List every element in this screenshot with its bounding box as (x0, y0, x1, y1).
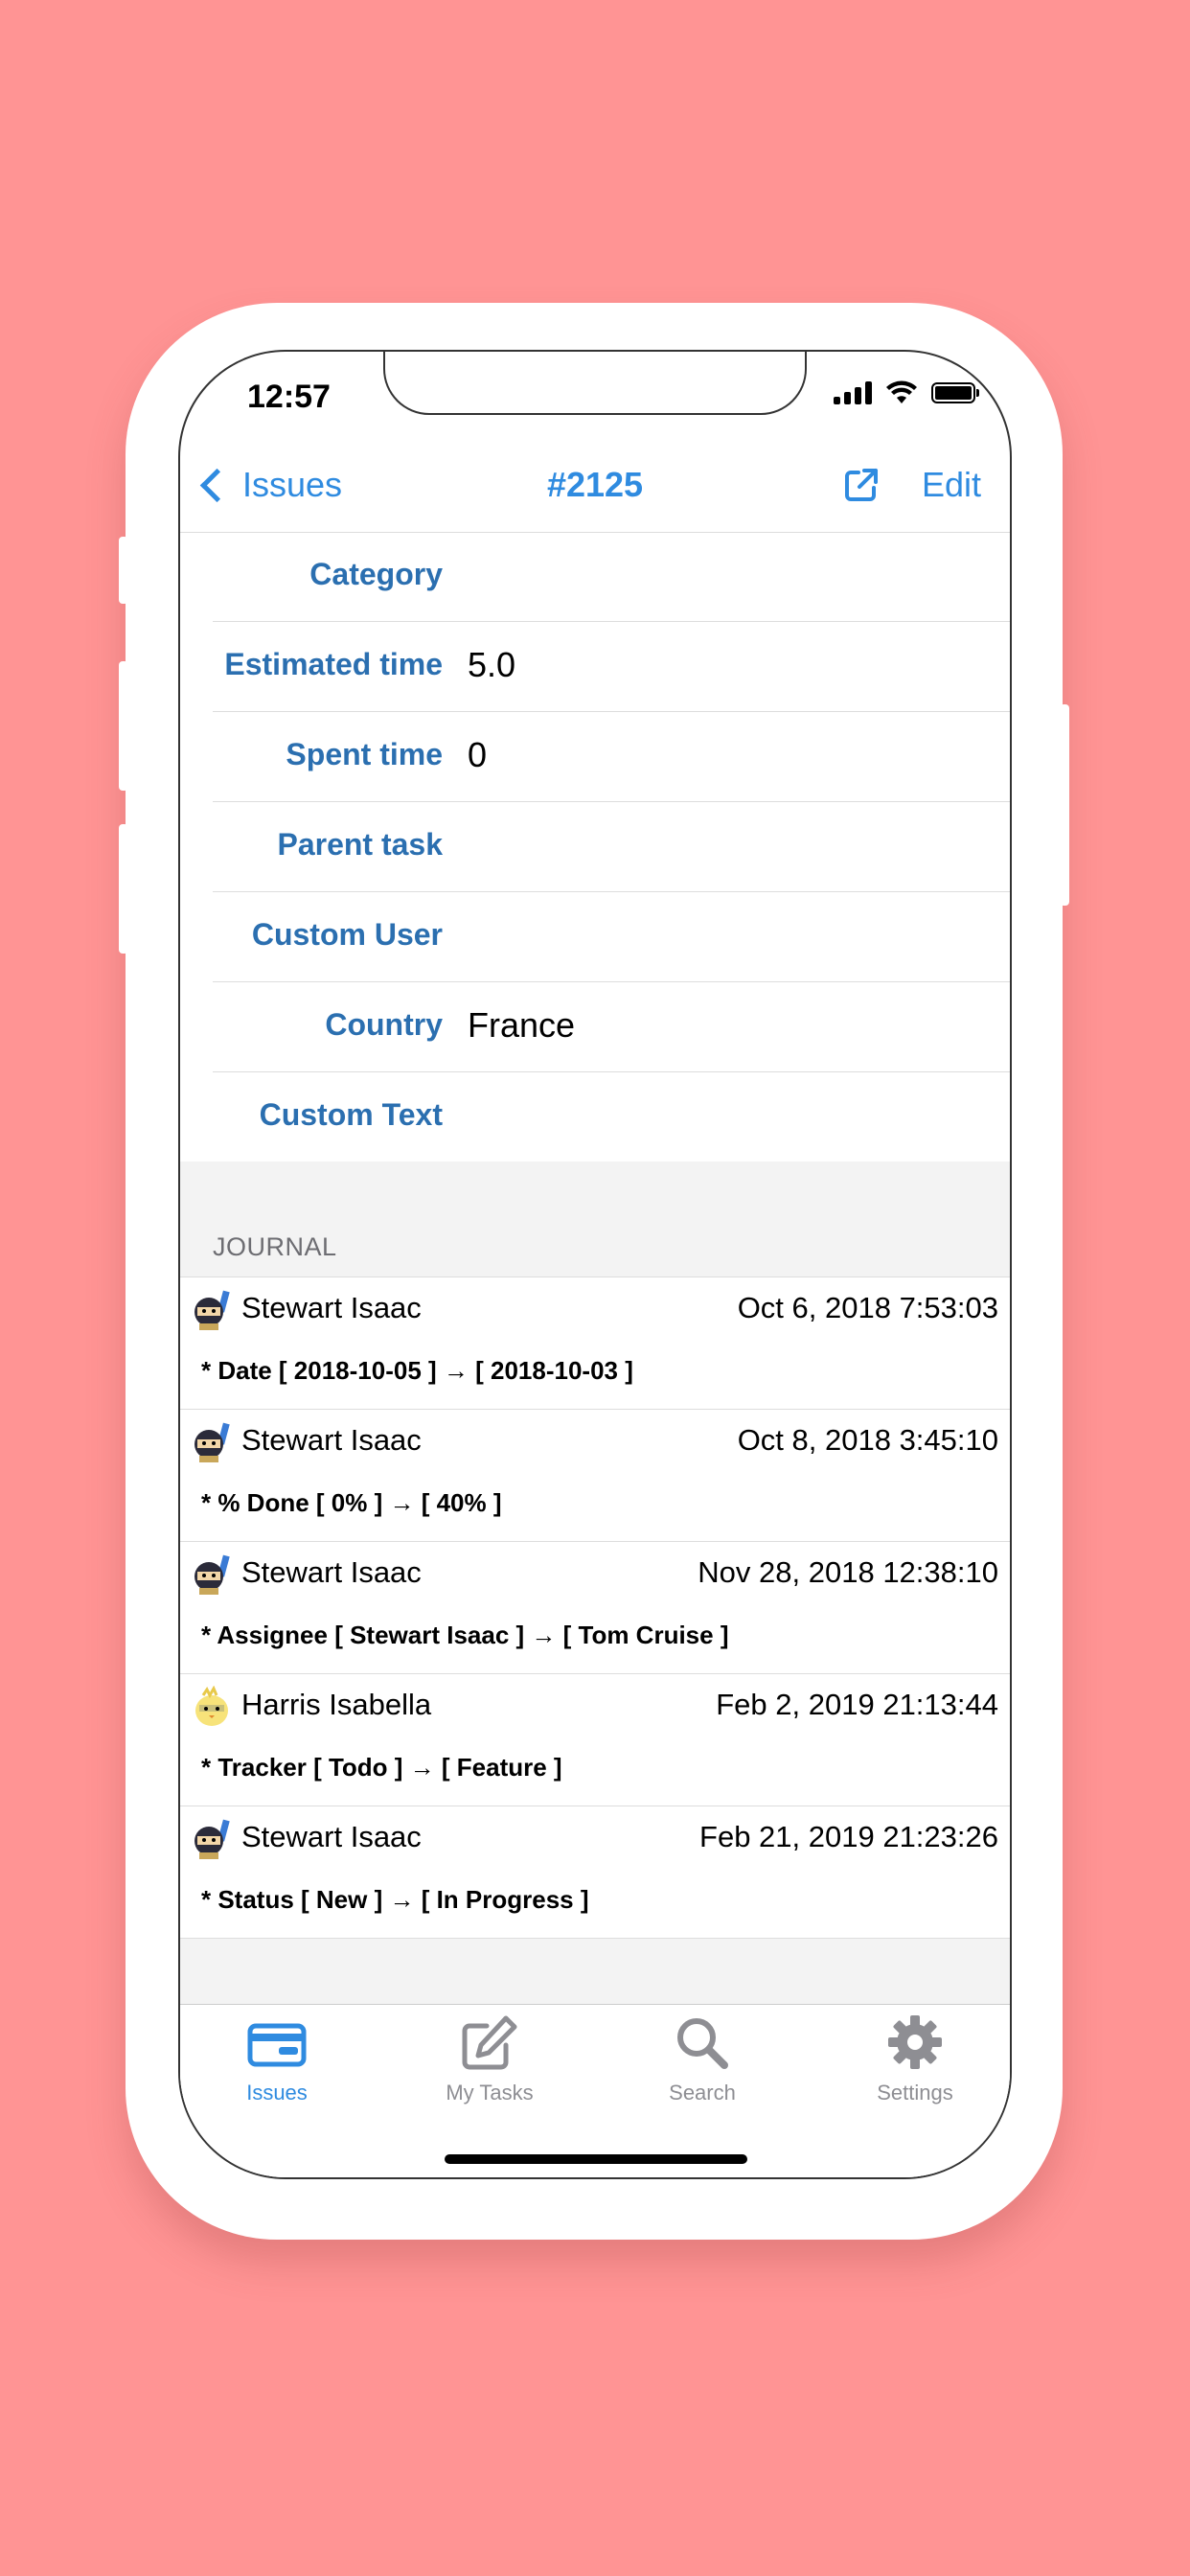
journal-entry[interactable]: Stewart Isaac Oct 8, 2018 3:45:10 * % Do… (180, 1410, 1010, 1542)
journal-entry[interactable]: Stewart Isaac Oct 6, 2018 7:53:03 * Date… (180, 1277, 1010, 1410)
journal-entry[interactable]: Stewart Isaac Nov 28, 2018 12:38:10 * As… (180, 1542, 1010, 1674)
journal-detail: * Status [ New ] → [ In Progress ] (201, 1885, 589, 1914)
field-row-custom-text: Custom Text (180, 1072, 1010, 1162)
ninja-avatar (195, 1819, 230, 1859)
tab-label: Issues (246, 2081, 308, 2104)
navigation-bar: Issues #2125 Edit (180, 448, 1010, 533)
chick-avatar (195, 1686, 228, 1726)
journal-date: Oct 6, 2018 7:53:03 (737, 1291, 998, 1324)
search-icon (677, 2018, 728, 2069)
side-button (119, 824, 128, 954)
field-value: France (468, 1005, 576, 1045)
page-title: #2125 (546, 465, 644, 504)
journal-date: Oct 8, 2018 3:45:10 (737, 1423, 998, 1457)
journal-entry[interactable]: Stewart Isaac Feb 21, 2019 21:23:26 * St… (180, 1806, 1010, 1939)
journal-date: Nov 28, 2018 12:38:10 (698, 1555, 998, 1589)
journal-detail: * Date [ 2018-10-05 ] → [ 2018-10-03 ] (201, 1356, 633, 1385)
tab-search[interactable]: Search (645, 2014, 760, 2105)
screen: 12:57 Issues #2125 Edit Category Estimat… (178, 350, 1012, 2179)
journal-detail: * Tracker [ Todo ] → [ Feature ] (201, 1753, 562, 1782)
journal-user: Stewart Isaac (241, 1820, 422, 1853)
edit-button[interactable]: Edit (922, 465, 981, 505)
journal-entry[interactable]: Harris Isabella Feb 2, 2019 21:13:44 * T… (180, 1674, 1010, 1806)
field-label: Spent time (286, 737, 443, 771)
tab-issues[interactable]: Issues (219, 2014, 334, 2105)
share-icon[interactable] (843, 467, 880, 503)
field-label: Custom User (251, 917, 443, 952)
ninja-avatar (195, 1422, 230, 1462)
tab-bar: Issues My Tasks Search Settings (180, 2004, 1010, 2177)
gear-icon (888, 2015, 942, 2069)
wifi-icon (886, 380, 917, 403)
field-row-parent-task: Parent task (180, 802, 1010, 892)
tab-label: My Tasks (446, 2081, 534, 2104)
home-indicator[interactable] (445, 2154, 747, 2164)
tab-label: Settings (877, 2081, 953, 2104)
tab-label: Search (669, 2081, 736, 2104)
ninja-avatar (195, 1554, 230, 1595)
field-value: 5.0 (468, 645, 516, 684)
notch (383, 352, 807, 415)
field-value: 0 (468, 735, 488, 774)
field-label: Country (325, 1007, 443, 1042)
journal-detail: * % Done [ 0% ] → [ 40% ] (201, 1488, 502, 1517)
edit-icon (462, 2015, 517, 2070)
field-label: Estimated time (224, 647, 443, 681)
side-button (119, 537, 128, 604)
journal-header: JOURNAL (213, 1232, 337, 1261)
journal-list: Stewart Isaac Oct 6, 2018 7:53:03 * Date… (180, 1276, 1010, 1939)
field-row-country: Country France (180, 982, 1010, 1072)
tab-my-tasks[interactable]: My Tasks (432, 2014, 547, 2105)
tab-settings[interactable]: Settings (858, 2014, 973, 2105)
field-row-category: Category (180, 532, 1010, 622)
journal-user: Stewart Isaac (241, 1423, 422, 1457)
status-time: 12:57 (247, 379, 331, 415)
journal-user: Stewart Isaac (241, 1291, 422, 1324)
signal-icon (834, 381, 872, 404)
journal-detail: * Assignee [ Stewart Isaac ] → [ Tom Cru… (201, 1621, 729, 1649)
journal-user: Stewart Isaac (241, 1555, 422, 1589)
side-button (1060, 704, 1069, 906)
status-icons (834, 380, 979, 405)
field-label: Parent task (277, 827, 443, 862)
journal-user: Harris Isabella (241, 1688, 432, 1721)
field-row-custom-user: Custom User (180, 892, 1010, 982)
issue-fields: Category Estimated time 5.0 Spent time 0… (180, 532, 1010, 1162)
journal-date: Feb 21, 2019 21:23:26 (699, 1820, 998, 1853)
side-button (119, 661, 128, 791)
card-icon (247, 2023, 307, 2067)
journal-date: Feb 2, 2019 21:13:44 (716, 1688, 998, 1721)
ninja-avatar (195, 1290, 230, 1330)
field-row-estimated-time: Estimated time 5.0 (180, 622, 1010, 712)
field-row-spent-time: Spent time 0 (180, 712, 1010, 802)
field-label: Custom Text (259, 1097, 443, 1132)
battery-icon (931, 382, 979, 403)
field-label: Category (309, 557, 443, 591)
